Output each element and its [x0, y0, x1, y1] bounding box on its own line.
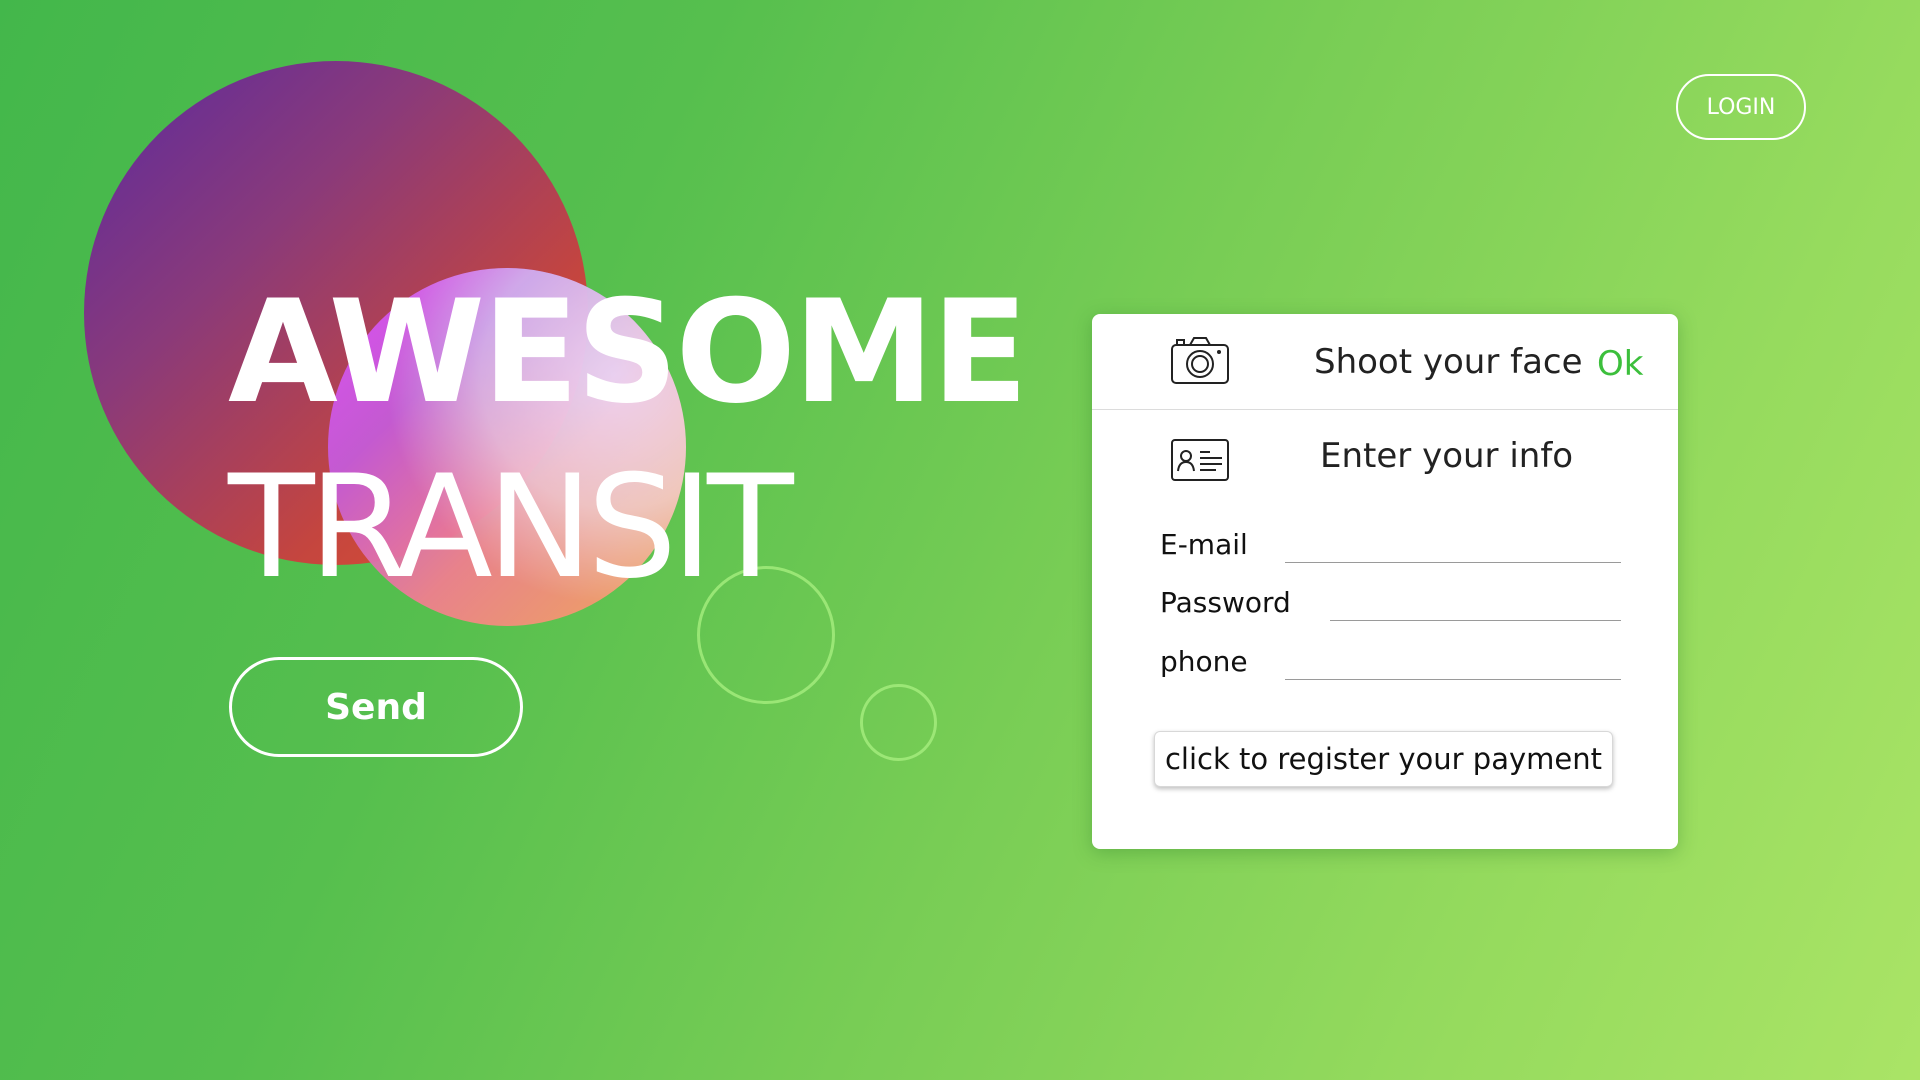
- phone-input[interactable]: [1285, 649, 1621, 680]
- login-button[interactable]: LOGIN: [1676, 74, 1806, 140]
- registration-card: Shoot your face Ok Enter your info E-mai…: [1092, 314, 1678, 849]
- email-input[interactable]: [1285, 532, 1621, 563]
- phone-label: phone: [1160, 645, 1248, 678]
- face-ok-button[interactable]: Ok: [1597, 344, 1643, 384]
- face-capture-row[interactable]: Shoot your face Ok: [1092, 314, 1678, 410]
- landing-page: AWESOME TRANSIT Send LOGIN Shoot your fa…: [0, 0, 1920, 1080]
- password-label: Password: [1160, 586, 1291, 619]
- info-section-label: Enter your info: [1320, 436, 1574, 476]
- decorative-ring-small: [860, 684, 937, 761]
- hero-title-line-2: TRANSIT: [228, 445, 794, 610]
- face-capture-label: Shoot your face: [1314, 342, 1583, 382]
- camera-icon[interactable]: [1170, 336, 1230, 386]
- register-payment-button[interactable]: click to register your payment: [1154, 731, 1613, 787]
- send-button[interactable]: Send: [229, 657, 523, 757]
- hero-title-line-1: AWESOME: [228, 270, 1028, 435]
- id-card-icon: [1170, 438, 1230, 482]
- email-label: E-mail: [1160, 528, 1248, 561]
- password-input[interactable]: [1330, 590, 1621, 621]
